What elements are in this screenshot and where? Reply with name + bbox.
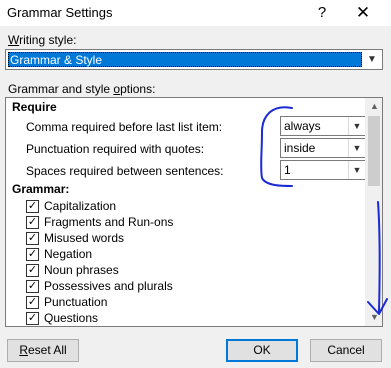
spaces-select-value: 1: [284, 163, 291, 177]
option-label: Negation: [44, 247, 93, 261]
chevron-down-icon[interactable]: ▼: [366, 309, 382, 326]
spaces-option-label: Spaces required between sentences:: [26, 164, 224, 178]
close-icon[interactable]: ✕: [353, 3, 373, 23]
quotes-select-value: inside: [284, 141, 316, 155]
options-list[interactable]: Require Comma required before last list …: [5, 97, 383, 327]
option-label: Noun phrases: [44, 263, 119, 277]
checkbox[interactable]: ✓: [26, 200, 39, 213]
options-label: Grammar and style options:: [8, 82, 156, 96]
checkbox[interactable]: ✓: [26, 264, 39, 277]
scrollbar-thumb[interactable]: [368, 116, 380, 186]
checkbox[interactable]: ✓: [26, 312, 39, 325]
chevron-up-icon[interactable]: ▲: [366, 98, 382, 115]
spaces-select[interactable]: 1 ▼: [280, 160, 366, 180]
help-button[interactable]: ?: [312, 3, 332, 23]
option-label: Possessives and plurals: [44, 279, 173, 293]
writing-style-select[interactable]: Grammar & Style ▼: [5, 49, 383, 70]
checkbox[interactable]: ✓: [26, 248, 39, 261]
checkbox[interactable]: ✓: [26, 280, 39, 293]
checkbox[interactable]: ✓: [26, 232, 39, 245]
checkbox[interactable]: ✓: [26, 296, 39, 309]
chevron-down-icon[interactable]: ▼: [348, 161, 365, 179]
writing-style-value: Grammar & Style: [8, 52, 362, 67]
quotes-option-label: Punctuation required with quotes:: [26, 142, 205, 156]
option-label: Fragments and Run-ons: [44, 215, 174, 229]
ok-button[interactable]: OK: [226, 339, 298, 362]
quotes-select[interactable]: inside ▼: [280, 138, 366, 158]
require-heading: Require: [12, 100, 57, 114]
chevron-down-icon[interactable]: ▼: [348, 139, 365, 157]
chevron-down-icon[interactable]: ▼: [364, 52, 380, 67]
cancel-button[interactable]: Cancel: [310, 339, 382, 362]
option-label: Punctuation: [44, 295, 108, 309]
grammar-settings-dialog: Grammar Settings ? ✕ Writing style: Gram…: [0, 0, 391, 368]
window-title: Grammar Settings: [7, 5, 113, 20]
chevron-down-icon[interactable]: ▼: [348, 117, 365, 135]
writing-style-label: Writing style:: [8, 33, 77, 47]
comma-option-label: Comma required before last list item:: [26, 120, 223, 134]
title-bar: Grammar Settings ? ✕: [0, 0, 391, 26]
checkbox[interactable]: ✓: [26, 216, 39, 229]
comma-select[interactable]: always ▼: [280, 116, 366, 136]
option-label: Capitalization: [44, 199, 117, 213]
reset-all-button[interactable]: Reset All: [7, 339, 79, 362]
option-label: Misused words: [44, 231, 125, 245]
option-label: Questions: [44, 311, 99, 325]
comma-select-value: always: [284, 119, 321, 133]
options-scrollbar[interactable]: ▲ ▼: [365, 98, 382, 326]
grammar-heading: Grammar:: [12, 182, 70, 196]
